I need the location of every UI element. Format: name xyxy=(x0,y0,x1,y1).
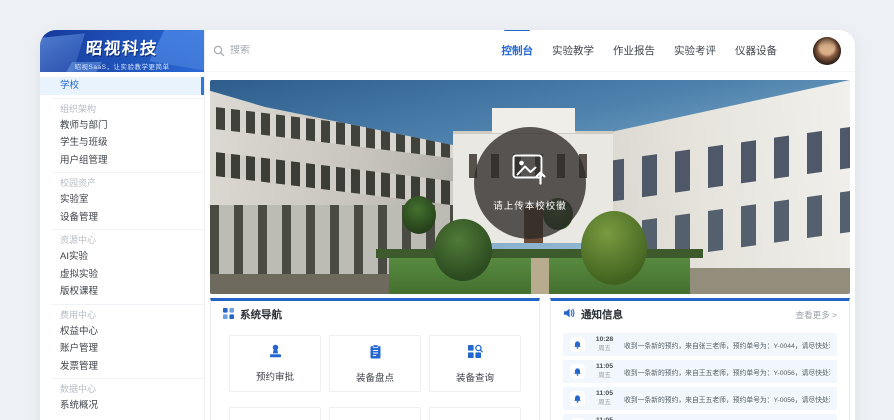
notification-item[interactable]: 11:05 周五 收到一条新的预约，来自王五老师，预约单号为：Y-0056，请尽… xyxy=(563,414,837,420)
nav-card-partial[interactable] xyxy=(229,407,321,420)
speaker-icon xyxy=(563,307,575,322)
system-navigation-title: 系统导航 xyxy=(240,307,282,322)
sidebar-item-system-overview[interactable]: 系统概况 xyxy=(40,397,204,415)
nav-card-row: 预约审批 装备盘点 装备查询 xyxy=(211,328,539,392)
campus-hedge xyxy=(376,249,702,258)
bell-icon xyxy=(570,364,585,379)
nav-card-label: 预约审批 xyxy=(256,369,294,383)
sidebar-divider xyxy=(52,172,204,173)
sidebar-item-virtual-experiments[interactable]: 虚拟实验 xyxy=(40,266,204,284)
upload-image-icon xyxy=(512,154,548,190)
main-content: 请上传本校校徽 系统导航 xyxy=(205,72,855,420)
view-more-link[interactable]: 查看更多 > xyxy=(796,309,837,321)
sidebar-divider xyxy=(52,229,204,230)
tab-homework-reports[interactable]: 作业报告 xyxy=(613,30,655,73)
notification-time: 11:05 周五 xyxy=(591,363,618,379)
sidebar-section-data-center: 数据中心 xyxy=(40,381,204,397)
sidebar-item-user-groups[interactable]: 用户组管理 xyxy=(40,152,204,170)
upload-school-badge-button[interactable]: 请上传本校校徽 xyxy=(474,127,586,239)
notification-text: 收到一条新的预约，来自王五老师，预约单号为：Y-0056，请尽快处理。 xyxy=(624,394,830,404)
app-window: 昭视科技 昭视SaaS，让实验教学更简单 学校 组织架构 教师与部门 学生与班级… xyxy=(40,30,855,420)
nav-card-partial[interactable] xyxy=(329,407,421,420)
card-reservation-approval[interactable]: 预约审批 xyxy=(229,335,321,392)
logo-tagline: 昭视SaaS，让实验教学更简单 xyxy=(40,61,204,71)
sidebar-item-laboratory[interactable]: 实验室 xyxy=(40,191,204,209)
sidebar-section-resource-center: 资源中心 xyxy=(40,232,204,248)
sidebar-divider xyxy=(52,304,204,305)
notification-panel: 通知信息 查看更多 > 10:28 周五 收到一条新的预约 xyxy=(550,298,850,420)
system-navigation-header: 系统导航 xyxy=(211,301,539,328)
sidebar-item-ai-experiments[interactable]: AI实验 xyxy=(40,248,204,266)
notification-list: 10:28 周五 收到一条新的预约，来自张三老师，预约单号为：Y-0044，请尽… xyxy=(551,328,849,420)
sidebar-item-benefits-center[interactable]: 权益中心 xyxy=(40,323,204,341)
sidebar-item-account-management[interactable]: 账户管理 xyxy=(40,340,204,358)
sidebar-item-invoice-management[interactable]: 发票管理 xyxy=(40,358,204,376)
bell-icon xyxy=(570,391,585,406)
search-bar[interactable] xyxy=(213,45,483,57)
grid-search-icon xyxy=(467,344,483,365)
bell-icon xyxy=(570,337,585,352)
notification-text: 收到一条新的预约，来自张三老师，预约单号为：Y-0044，请尽快处理。 xyxy=(624,340,830,350)
card-equipment-inventory[interactable]: 装备盘点 xyxy=(329,335,421,392)
nav-card-label: 装备查询 xyxy=(456,370,494,384)
search-icon xyxy=(213,45,225,57)
notification-item[interactable]: 10:28 周五 收到一条新的预约，来自张三老师，预约单号为：Y-0044，请尽… xyxy=(563,333,837,356)
nav-card-label: 装备盘点 xyxy=(356,370,394,384)
nav-card-partial[interactable] xyxy=(429,407,521,420)
sidebar-section-org-structure: 组织架构 xyxy=(40,101,204,117)
tab-instruments-equipment[interactable]: 仪器设备 xyxy=(735,30,777,73)
sidebar-item-students-classes[interactable]: 学生与班级 xyxy=(40,134,204,152)
notification-header: 通知信息 查看更多 > xyxy=(551,301,849,328)
sidebar-item-licensed-courses[interactable]: 版权课程 xyxy=(40,283,204,301)
search-input[interactable] xyxy=(230,45,410,56)
card-equipment-query[interactable]: 装备查询 xyxy=(429,335,521,392)
notification-title: 通知信息 xyxy=(581,307,623,322)
tab-console[interactable]: 控制台 xyxy=(502,30,534,73)
top-bar: 控制台 实验教学 作业报告 实验考评 仪器设备 xyxy=(205,30,855,72)
system-navigation-panel: 系统导航 预约审批 装备盘点 xyxy=(210,298,540,420)
logo[interactable]: 昭视科技 昭视SaaS，让实验教学更简单 xyxy=(40,30,204,72)
grid-icon xyxy=(223,308,234,322)
sidebar-divider xyxy=(52,378,204,379)
user-avatar[interactable] xyxy=(813,37,841,65)
notification-item[interactable]: 11:05 周五 收到一条新的预约，来自王五老师，预约单号为：Y-0056，请尽… xyxy=(563,387,837,410)
top-navigation: 控制台 实验教学 作业报告 实验考评 仪器设备 xyxy=(483,30,778,73)
sidebar-divider xyxy=(52,98,204,99)
page-background: 昭视科技 昭视SaaS，让实验教学更简单 学校 组织架构 教师与部门 学生与班级… xyxy=(0,0,894,420)
tab-experiment-teaching[interactable]: 实验教学 xyxy=(552,30,594,73)
campus-photo-banner: 请上传本校校徽 xyxy=(210,80,850,294)
notification-time: 10:28 周五 xyxy=(591,336,618,352)
tree xyxy=(402,196,436,234)
notification-time: 11:05 周五 xyxy=(591,390,618,406)
sidebar: 昭视科技 昭视SaaS，让实验教学更简单 学校 组织架构 教师与部门 学生与班级… xyxy=(40,30,205,420)
sidebar-item-teachers-departments[interactable]: 教师与部门 xyxy=(40,117,204,135)
nav-card-row-cut xyxy=(211,400,539,420)
notification-item[interactable]: 11:05 周五 收到一条新的预约，来自王五老师，预约单号为：Y-0056，请尽… xyxy=(563,360,837,383)
tab-experiment-assessment[interactable]: 实验考评 xyxy=(674,30,716,73)
notification-text: 收到一条新的预约，来自王五老师，预约单号为：Y-0056，请尽快处理。 xyxy=(624,367,830,377)
sidebar-item-equipment-management[interactable]: 设备管理 xyxy=(40,209,204,227)
tree xyxy=(434,219,492,281)
upload-badge-label: 请上传本校校徽 xyxy=(493,198,567,212)
bottom-panels: 系统导航 预约审批 装备盘点 xyxy=(210,298,850,420)
logo-title: 昭视科技 xyxy=(40,35,204,59)
sidebar-menu: 学校 组织架构 教师与部门 学生与班级 用户组管理 校园资产 实验室 设备管理 … xyxy=(40,72,204,415)
clipboard-icon xyxy=(368,344,383,365)
sidebar-section-campus-assets: 校园资产 xyxy=(40,175,204,191)
stamp-icon xyxy=(267,344,284,364)
sidebar-section-billing-center: 费用中心 xyxy=(40,307,204,323)
sidebar-item-school[interactable]: 学校 xyxy=(40,77,204,95)
